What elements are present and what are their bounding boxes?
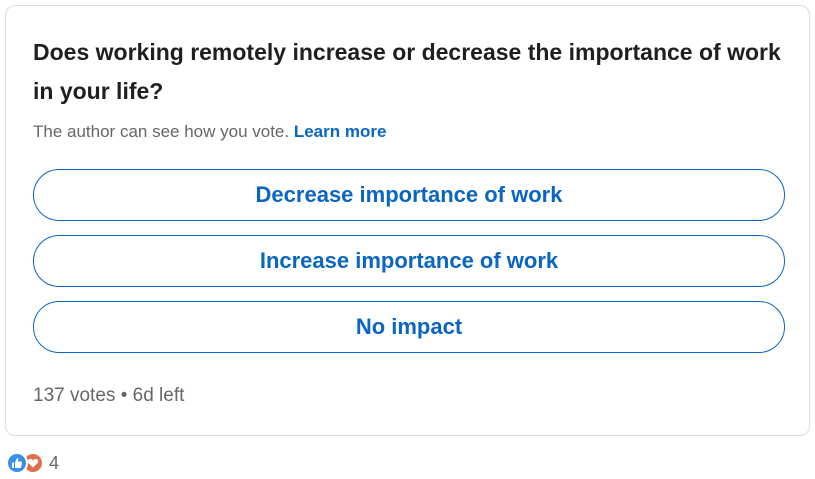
- poll-option-label: No impact: [355, 314, 463, 339]
- time-left: 6d left: [132, 385, 185, 406]
- meta-separator: •: [120, 385, 128, 406]
- poll-option-label: Increase importance of work: [259, 248, 559, 273]
- learn-more-link[interactable]: Learn more: [294, 122, 387, 141]
- poll-meta: 137 votes • 6d left: [33, 382, 184, 410]
- vote-visibility-text: The author can see how you vote.: [33, 122, 290, 141]
- poll-option-label: Decrease importance of work: [255, 182, 563, 207]
- vote-visibility-note: The author can see how you vote. Learn m…: [33, 120, 386, 144]
- poll-card: Does working remotely increase or decrea…: [5, 5, 810, 436]
- poll-option-increase[interactable]: Increase importance of work: [33, 235, 785, 287]
- reactions-summary[interactable]: 4: [6, 451, 59, 475]
- like-icon: [6, 452, 28, 474]
- poll-question: Does working remotely increase or decrea…: [33, 39, 781, 104]
- vote-count[interactable]: 137 votes: [33, 385, 115, 406]
- poll-option-decrease[interactable]: Decrease importance of work: [33, 169, 785, 221]
- poll-options: Decrease importance of work Increase imp…: [33, 169, 785, 367]
- poll-option-no-impact[interactable]: No impact: [33, 301, 785, 353]
- reaction-count[interactable]: 4: [49, 451, 59, 475]
